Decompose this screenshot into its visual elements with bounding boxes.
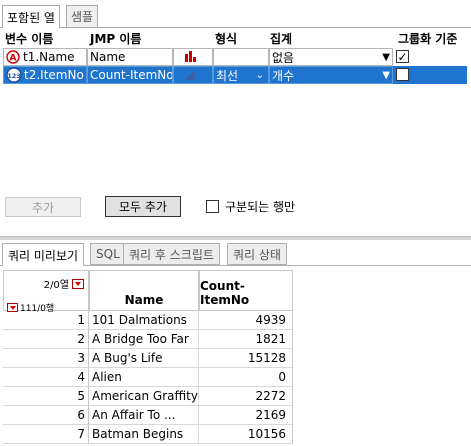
format-text: 최선 <box>216 68 239 83</box>
svg-text:A: A <box>10 54 17 64</box>
distinct-rows-checkbox[interactable] <box>206 200 219 213</box>
variable-cell: A t1.Name <box>3 48 87 66</box>
bar-chart-icon <box>185 51 196 62</box>
row-number: 2 <box>3 330 89 349</box>
format-dropdown[interactable]: 최선 ⌄ <box>213 66 269 84</box>
name-cell: Alien <box>89 368 199 387</box>
row-number: 6 <box>3 406 89 425</box>
add-button[interactable]: 추가 <box>5 197 81 217</box>
columns-info: 2/0열 <box>43 280 69 291</box>
table-row[interactable]: 1 101 Dalmations 4939 <box>3 311 293 330</box>
numeric-type-icon: 123 <box>6 67 22 83</box>
name-cell: An Affair To ... <box>89 406 199 425</box>
jmp-name-text: Name <box>90 50 126 64</box>
row-number: 7 <box>3 425 89 444</box>
tab-post-query-script[interactable]: 쿼리 후 스크립트 <box>123 243 220 265</box>
chevron-down-icon: ⌄ <box>255 70 264 81</box>
jmp-name-input[interactable]: Name <box>87 48 173 66</box>
count-cell: 15128 <box>199 349 293 368</box>
count-cell: 2272 <box>199 387 293 406</box>
tab-divider <box>0 27 471 28</box>
table-row[interactable]: 4 Alien 0 <box>3 368 293 387</box>
table-row[interactable]: 5 American Graffity 2272 <box>3 387 293 406</box>
column-header-name[interactable]: Name <box>89 270 199 311</box>
header-format: 형식 <box>215 31 238 46</box>
name-cell: 101 Dalmations <box>89 311 199 330</box>
tab-query-preview[interactable]: 쿼리 미리보기 <box>2 243 85 266</box>
table-row[interactable]: 2A Bridge Too Far 1821 <box>3 330 293 349</box>
header-group-by: 그룹화 기준 <box>398 31 458 46</box>
triangle-icon <box>185 70 195 80</box>
count-cell: 10156 <box>199 425 293 444</box>
character-type-icon: A <box>6 50 20 64</box>
tab-sql[interactable]: SQL <box>90 243 126 265</box>
group-by-cell: ✓ <box>393 48 467 66</box>
column-row[interactable]: 123 t2.ItemNo Count-ItemNo 최선 ⌄ 개수 ▼ <box>3 66 467 84</box>
group-by-checkbox[interactable] <box>396 68 409 81</box>
header-aggregation: 집계 <box>270 31 293 46</box>
type-cell <box>173 48 213 66</box>
table-row[interactable]: 7 Batman Begins 10156 <box>3 425 293 444</box>
pane-splitter[interactable] <box>0 236 471 240</box>
jmp-name-input[interactable]: Count-ItemNo <box>87 66 173 84</box>
aggregation-dropdown[interactable]: 개수 ▼ <box>269 66 393 84</box>
aggregation-dropdown[interactable]: 없음 ▼ <box>269 48 393 66</box>
tab-included-columns[interactable]: 포함된 열 <box>2 5 60 28</box>
name-cell: American Graffity <box>89 387 199 406</box>
chevron-down-icon: ▼ <box>382 52 390 63</box>
column-header-count[interactable]: Count-ItemNo <box>199 270 293 311</box>
name-cell: A Bug's Life <box>89 349 199 368</box>
add-all-button[interactable]: 모두 추가 <box>105 196 181 217</box>
count-cell: 1821 <box>199 330 293 349</box>
svg-text:123: 123 <box>7 72 21 80</box>
group-by-cell <box>393 66 467 84</box>
name-cell: Batman Begins <box>89 425 199 444</box>
header-jmp-name: JMP 이름 <box>90 31 142 46</box>
table-row[interactable]: 3A Bug's Life 15128 <box>3 349 293 368</box>
tab-query-status[interactable]: 쿼리 상태 <box>227 243 287 265</box>
row-number: 5 <box>3 387 89 406</box>
count-cell: 4939 <box>199 311 293 330</box>
row-number: 1 <box>3 311 89 330</box>
chevron-down-icon: ▼ <box>382 70 390 81</box>
table-row[interactable]: 6 An Affair To ... 2169 <box>3 406 293 425</box>
columns-menu-icon[interactable] <box>72 278 84 289</box>
variable-cell: 123 t2.ItemNo <box>3 66 87 84</box>
format-dropdown[interactable] <box>213 48 269 66</box>
check-icon: ✓ <box>397 49 408 64</box>
aggregation-text: 개수 <box>272 68 295 83</box>
variable-name-text: t2.ItemNo <box>24 68 84 82</box>
variable-name-text: t1.Name <box>23 50 75 64</box>
name-cell: A Bridge Too Far <box>89 330 199 349</box>
group-by-checkbox[interactable]: ✓ <box>396 50 409 63</box>
header-variable-name: 변수 이름 <box>5 31 54 46</box>
distinct-rows-label: 구분되는 행만 <box>225 199 296 214</box>
type-cell <box>173 66 213 84</box>
table-corner: 2/0열 111/0행 <box>3 270 89 314</box>
row-number: 3 <box>3 349 89 368</box>
column-row[interactable]: A t1.Name Name 없음 ▼ ✓ <box>3 48 467 66</box>
tab-sample[interactable]: 샘플 <box>66 5 99 27</box>
count-cell: 2169 <box>199 406 293 425</box>
jmp-name-text: Count-ItemNo <box>90 68 173 82</box>
row-number: 4 <box>3 368 89 387</box>
aggregation-text: 없음 <box>272 50 295 65</box>
count-cell: 0 <box>199 368 293 387</box>
